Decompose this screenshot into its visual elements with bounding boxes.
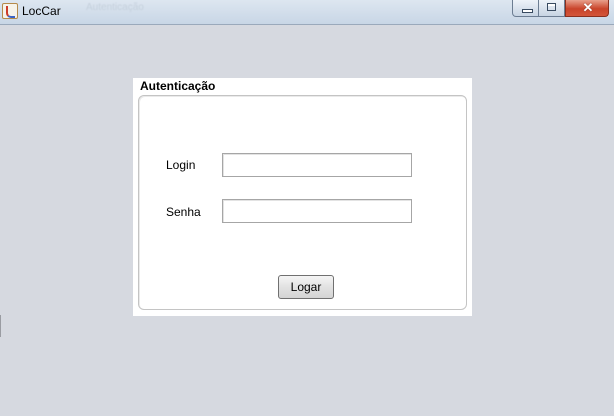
login-label: Login <box>166 158 196 172</box>
password-field[interactable] <box>222 199 412 223</box>
edge-divider <box>0 315 1 337</box>
java-cup-icon <box>2 3 18 19</box>
maximize-icon <box>547 3 556 11</box>
window-content: Autenticação Login Senha Logar <box>0 25 614 416</box>
login-button[interactable]: Logar <box>278 275 334 299</box>
auth-panel: Autenticação Login Senha Logar <box>133 78 472 316</box>
maximize-button[interactable] <box>539 0 565 17</box>
close-icon: ✕ <box>582 0 594 15</box>
auth-group-border: Login Senha Logar <box>138 95 467 310</box>
login-field[interactable] <box>222 153 412 177</box>
minimize-icon <box>522 9 533 13</box>
password-label: Senha <box>166 205 201 219</box>
auth-panel-title: Autenticação <box>140 79 216 93</box>
minimize-button[interactable] <box>512 0 539 17</box>
close-button[interactable]: ✕ <box>565 0 609 17</box>
ghost-window-title: Autenticação <box>86 2 144 13</box>
window-titlebar[interactable]: LocCar Autenticação ✕ <box>0 0 614 25</box>
window-title: LocCar <box>22 4 61 18</box>
